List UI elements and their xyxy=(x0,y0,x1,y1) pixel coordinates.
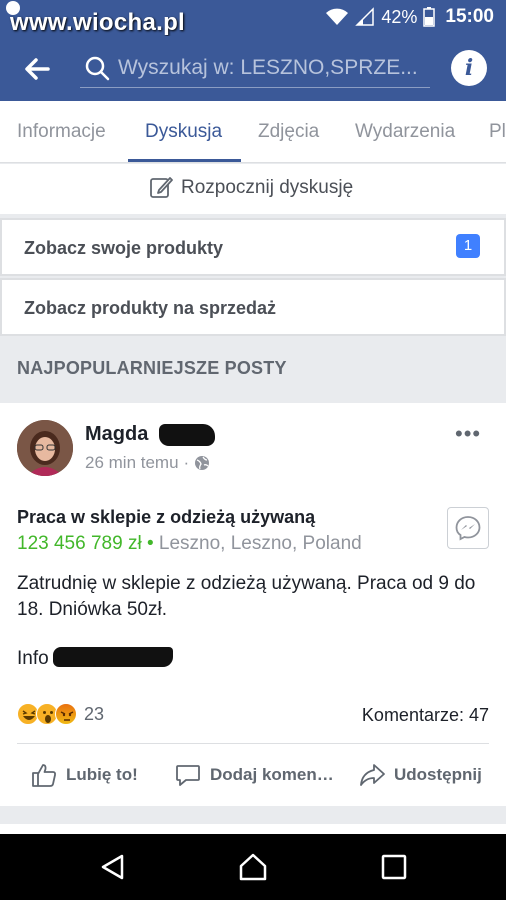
info-icon[interactable]: i xyxy=(451,50,487,86)
tab-wydarzenia[interactable]: Wydarzenia xyxy=(355,121,455,143)
status-indicators: 42% 15:00 xyxy=(325,6,494,28)
notification-badge: 1 xyxy=(456,234,480,258)
thumbs-up-icon xyxy=(32,764,56,787)
start-discussion-label: Rozpocznij dyskusję xyxy=(181,177,354,198)
like-label: Lubię to! xyxy=(66,765,138,784)
more-options-icon[interactable]: ••• xyxy=(455,421,481,447)
search-icon xyxy=(85,56,110,81)
status-bar: www.wiocha.pl 42% 15:00 xyxy=(0,0,506,36)
reactions-summary[interactable]: 23 xyxy=(17,703,104,725)
comments-count[interactable]: Komentarze: 47 xyxy=(362,705,489,726)
back-arrow-icon[interactable] xyxy=(20,52,54,86)
products-for-sale-label: Zobacz produkty na sprzedaż xyxy=(24,298,277,318)
section-title: NAJPOPULARNIEJSZE POSTY xyxy=(17,358,287,378)
redacted-surname xyxy=(159,424,215,446)
info-label: Info xyxy=(17,648,49,669)
own-products-button[interactable]: Zobacz swoje produkty 1 xyxy=(0,218,506,276)
tab-dyskusja[interactable]: Dyskusja xyxy=(145,121,222,143)
comment-label: Dodaj komen… xyxy=(210,765,334,784)
home-nav-icon[interactable] xyxy=(238,852,268,882)
section-header: NAJPOPULARNIEJSZE POSTY xyxy=(0,338,506,400)
like-button[interactable]: Lubię to! xyxy=(30,761,138,789)
share-button[interactable]: Udostępnij xyxy=(358,761,482,789)
angry-reaction-icon xyxy=(55,703,77,725)
battery-percent: 42% xyxy=(381,6,418,27)
product-title[interactable]: Praca w sklepie z odzieżą używaną xyxy=(17,507,315,528)
comment-icon xyxy=(176,765,200,786)
next-post-edge xyxy=(0,824,506,834)
share-label: Udostępnij xyxy=(394,765,482,784)
active-tab-indicator xyxy=(128,159,241,162)
signal-icon xyxy=(355,7,375,26)
tab-bar: Informacje Dyskusja Zdjęcia Wydarzenia P… xyxy=(0,101,506,163)
clock: 15:00 xyxy=(445,6,494,27)
actions-divider xyxy=(17,743,489,744)
edit-icon xyxy=(150,177,173,198)
product-price: 123 456 789 zł xyxy=(17,533,142,554)
globe-icon xyxy=(195,456,210,470)
feed-gap xyxy=(0,806,506,824)
price-separator: • xyxy=(146,533,154,554)
tab-more[interactable]: Pl xyxy=(489,121,506,143)
start-discussion-button[interactable]: Rozpocznij dyskusję xyxy=(0,164,506,214)
product-price-location: 123 456 789 zł • Leszno, Leszno, Poland xyxy=(17,533,362,555)
tab-informacje[interactable]: Informacje xyxy=(17,121,106,143)
tab-zdjecia[interactable]: Zdjęcia xyxy=(258,121,319,143)
product-location: Leszno, Leszno, Poland xyxy=(158,533,362,554)
products-for-sale-button[interactable]: Zobacz produkty na sprzedaż xyxy=(0,278,506,336)
avatar-photo xyxy=(17,420,73,476)
system-nav-bar xyxy=(0,834,506,900)
battery-icon xyxy=(423,7,436,27)
messenger-button[interactable] xyxy=(447,507,489,549)
back-nav-icon[interactable] xyxy=(98,852,128,882)
watermark-text: www.wiocha.pl xyxy=(10,9,186,36)
messenger-icon xyxy=(455,516,481,541)
wifi-icon xyxy=(326,8,349,25)
post-meta: 26 min temu · xyxy=(85,453,210,473)
search-placeholder: Wyszukaj w: LESZNO,SPRZE... xyxy=(118,56,418,79)
post-time[interactable]: 26 min temu xyxy=(85,453,179,473)
comment-button[interactable]: Dodaj komen… xyxy=(174,761,334,789)
reaction-count: 23 xyxy=(84,703,105,724)
search-header: Wyszukaj w: LESZNO,SPRZE... i xyxy=(0,36,506,101)
avatar[interactable] xyxy=(17,420,73,476)
recents-nav-icon[interactable] xyxy=(379,852,409,882)
author-name[interactable]: Magda xyxy=(85,423,148,446)
search-input[interactable]: Wyszukaj w: LESZNO,SPRZE... xyxy=(80,50,430,88)
post-card: Magda 26 min temu · ••• Praca w sklepie … xyxy=(0,403,506,806)
post-body: Zatrudnię w sklepie z odzieżą używaną. P… xyxy=(17,573,476,620)
meta-separator: · xyxy=(183,453,190,472)
redacted-contact xyxy=(53,647,173,667)
notification-dot-icon xyxy=(6,1,20,15)
own-products-label: Zobacz swoje produkty xyxy=(24,238,224,258)
share-icon xyxy=(360,764,385,786)
watermark: www.wiocha.pl xyxy=(6,1,186,37)
